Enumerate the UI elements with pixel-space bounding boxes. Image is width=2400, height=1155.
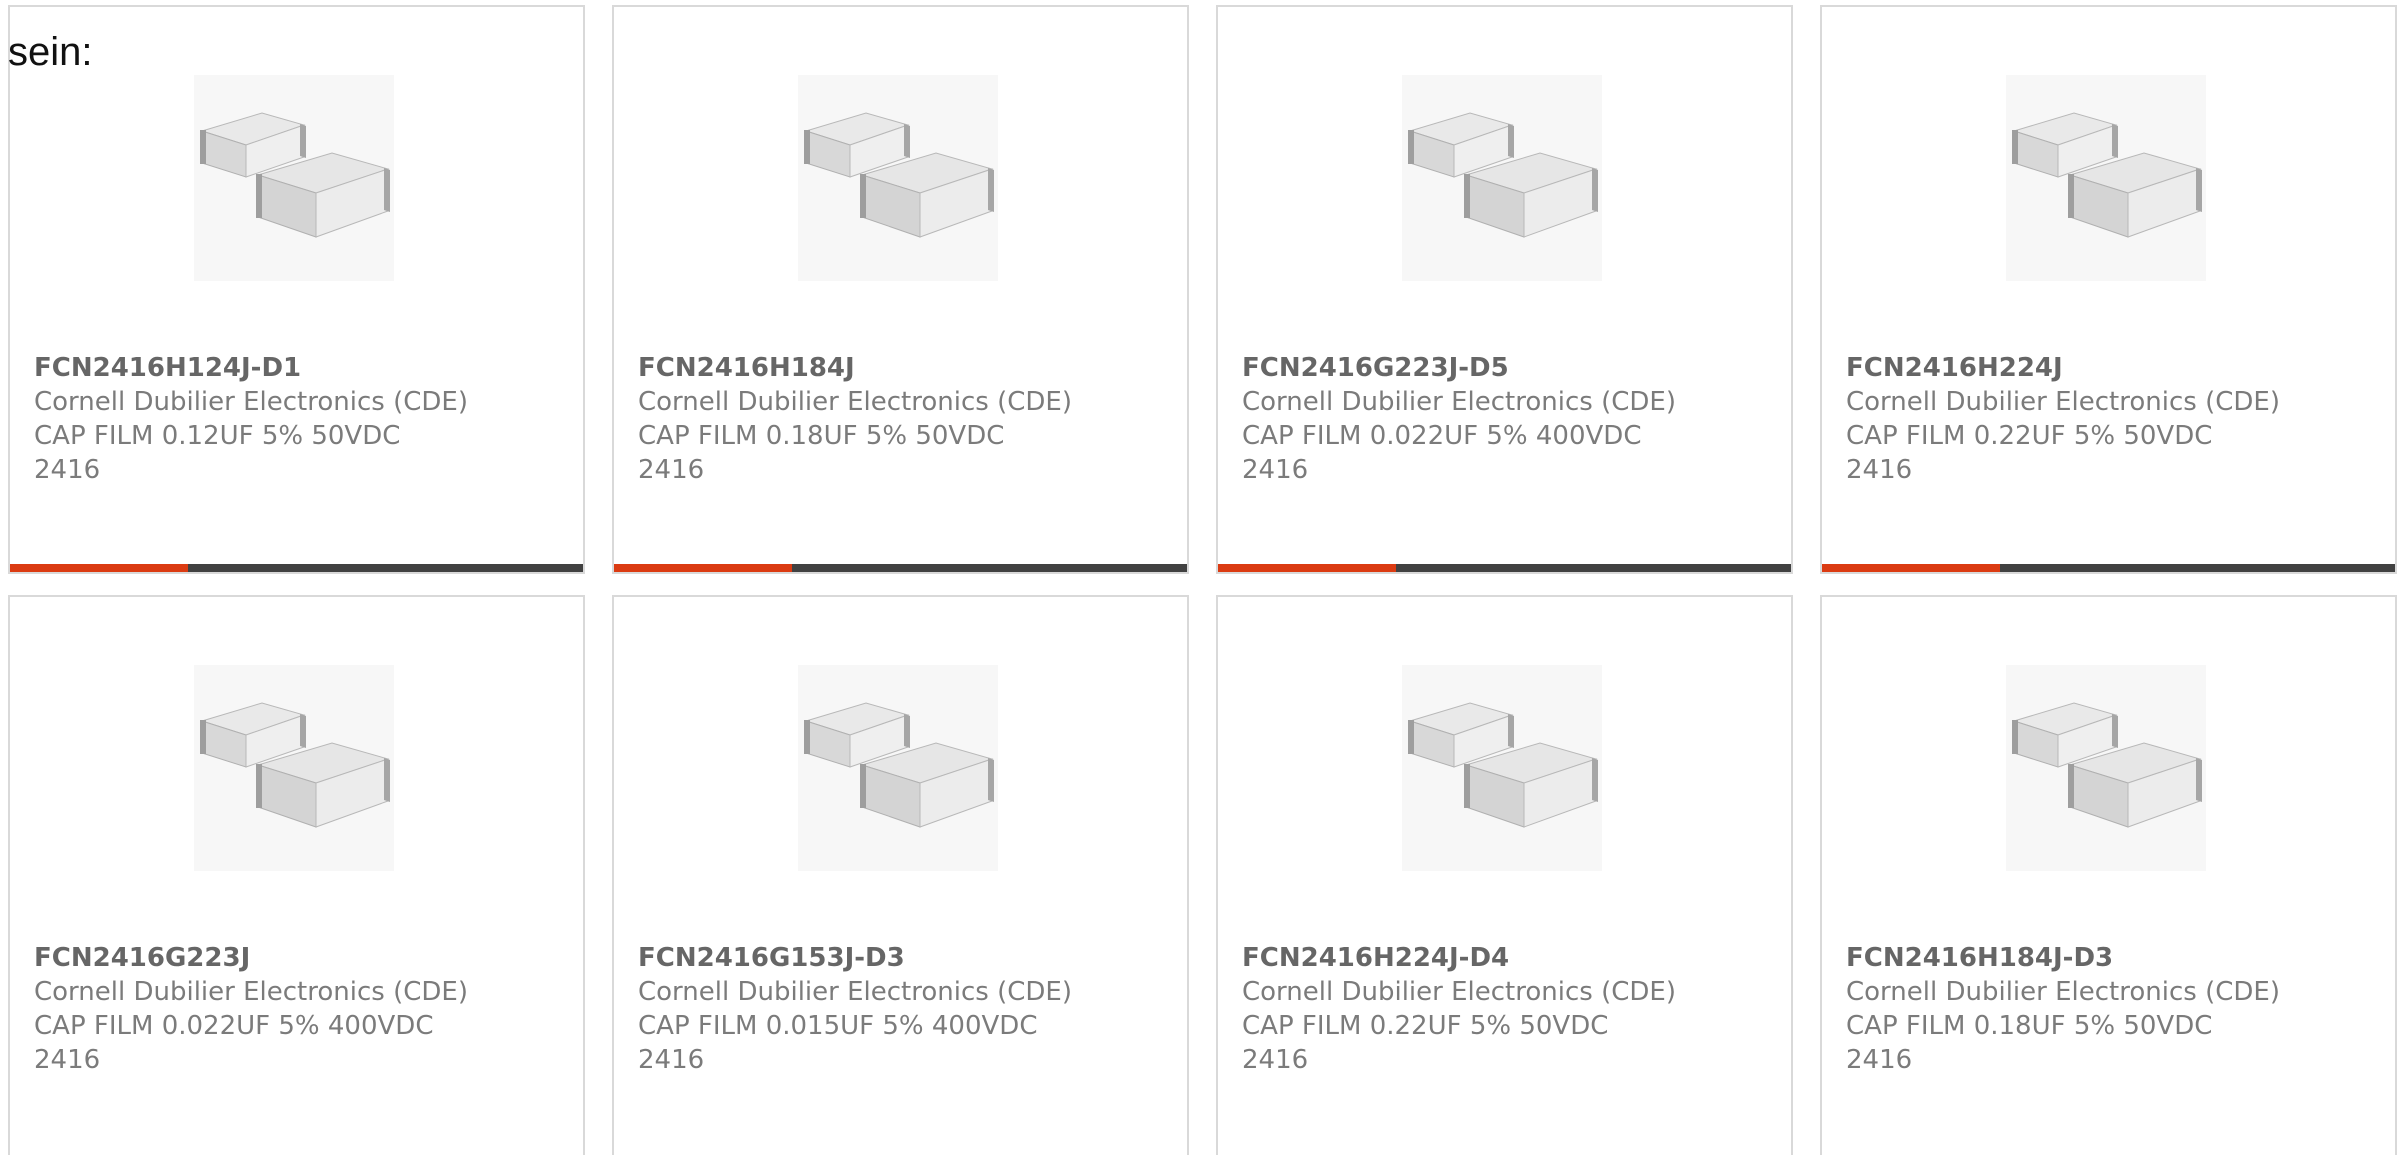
- product-card[interactable]: FCN2416H124J-D1 Cornell Dubilier Electro…: [8, 5, 585, 574]
- part-number[interactable]: FCN2416G153J-D3: [638, 941, 1177, 975]
- progress-bar-fill: [1822, 564, 2000, 572]
- product-card[interactable]: FCN2416H184J Cornell Dubilier Electronic…: [612, 5, 1189, 574]
- part-number[interactable]: FCN2416H224J: [1846, 351, 2385, 385]
- progress-bar: [1822, 564, 2395, 572]
- package: 2416: [1846, 455, 1913, 485]
- description: CAP FILM 0.18UF 5% 50VDC: [1846, 1011, 2213, 1041]
- product-card-link[interactable]: FCN2416H184J-D3 Cornell Dubilier Electro…: [1822, 597, 2395, 1155]
- intro-text: sein:: [8, 30, 93, 74]
- package: 2416: [1242, 455, 1309, 485]
- manufacturer: Cornell Dubilier Electronics (CDE): [34, 977, 468, 1007]
- product-card-link[interactable]: FCN2416H124J-D1 Cornell Dubilier Electro…: [10, 7, 583, 572]
- package: 2416: [638, 455, 705, 485]
- product-card[interactable]: FCN2416G223J Cornell Dubilier Electronic…: [8, 595, 585, 1155]
- manufacturer: Cornell Dubilier Electronics (CDE): [1242, 977, 1676, 1007]
- manufacturer: Cornell Dubilier Electronics (CDE): [1242, 387, 1676, 417]
- capacitor-image[interactable]: [798, 665, 998, 871]
- progress-bar: [10, 564, 583, 572]
- progress-bar: [614, 564, 1187, 572]
- product-card-link[interactable]: FCN2416H224J Cornell Dubilier Electronic…: [1822, 7, 2395, 572]
- description: CAP FILM 0.022UF 5% 400VDC: [1242, 421, 1642, 451]
- manufacturer: Cornell Dubilier Electronics (CDE): [34, 387, 468, 417]
- product-card[interactable]: FCN2416H184J-D3 Cornell Dubilier Electro…: [1820, 595, 2397, 1155]
- capacitor-image[interactable]: [2006, 665, 2206, 871]
- product-info: FCN2416G223J-D5 Cornell Dubilier Electro…: [1242, 351, 1781, 487]
- product-info: FCN2416H184J-D3 Cornell Dubilier Electro…: [1846, 941, 2385, 1077]
- capacitor-image[interactable]: [1402, 75, 1602, 281]
- manufacturer: Cornell Dubilier Electronics (CDE): [1846, 387, 2280, 417]
- product-card[interactable]: FCN2416H224J Cornell Dubilier Electronic…: [1820, 5, 2397, 574]
- description: CAP FILM 0.22UF 5% 50VDC: [1242, 1011, 1609, 1041]
- product-card-link[interactable]: FCN2416H184J Cornell Dubilier Electronic…: [614, 7, 1187, 572]
- manufacturer: Cornell Dubilier Electronics (CDE): [1846, 977, 2280, 1007]
- progress-bar-fill: [614, 564, 792, 572]
- description: CAP FILM 0.015UF 5% 400VDC: [638, 1011, 1038, 1041]
- capacitor-image[interactable]: [194, 75, 394, 281]
- product-card-link[interactable]: FCN2416G223J Cornell Dubilier Electronic…: [10, 597, 583, 1155]
- package: 2416: [1242, 1045, 1309, 1075]
- package: 2416: [34, 455, 101, 485]
- part-number[interactable]: FCN2416G223J: [34, 941, 573, 975]
- part-number[interactable]: FCN2416G223J-D5: [1242, 351, 1781, 385]
- product-info: FCN2416H224J Cornell Dubilier Electronic…: [1846, 351, 2385, 487]
- progress-bar: [1218, 564, 1791, 572]
- part-number[interactable]: FCN2416H224J-D4: [1242, 941, 1781, 975]
- capacitor-image[interactable]: [194, 665, 394, 871]
- part-number[interactable]: FCN2416H184J: [638, 351, 1177, 385]
- package: 2416: [638, 1045, 705, 1075]
- description: CAP FILM 0.12UF 5% 50VDC: [34, 421, 401, 451]
- product-card[interactable]: FCN2416G223J-D5 Cornell Dubilier Electro…: [1216, 5, 1793, 574]
- part-number[interactable]: FCN2416H184J-D3: [1846, 941, 2385, 975]
- package: 2416: [34, 1045, 101, 1075]
- product-grid-page: sein: FCN2416H124J-D1 Cornell Dubilier E…: [0, 0, 2400, 1155]
- progress-bar-fill: [10, 564, 188, 572]
- capacitor-image[interactable]: [798, 75, 998, 281]
- description: CAP FILM 0.022UF 5% 400VDC: [34, 1011, 434, 1041]
- product-info: FCN2416H124J-D1 Cornell Dubilier Electro…: [34, 351, 573, 487]
- product-info: FCN2416H184J Cornell Dubilier Electronic…: [638, 351, 1177, 487]
- package: 2416: [1846, 1045, 1913, 1075]
- product-info: FCN2416G223J Cornell Dubilier Electronic…: [34, 941, 573, 1077]
- product-card[interactable]: FCN2416G153J-D3 Cornell Dubilier Electro…: [612, 595, 1189, 1155]
- manufacturer: Cornell Dubilier Electronics (CDE): [638, 387, 1072, 417]
- description: CAP FILM 0.18UF 5% 50VDC: [638, 421, 1005, 451]
- product-card-link[interactable]: FCN2416G223J-D5 Cornell Dubilier Electro…: [1218, 7, 1791, 572]
- capacitor-image[interactable]: [2006, 75, 2206, 281]
- part-number[interactable]: FCN2416H124J-D1: [34, 351, 573, 385]
- capacitor-image[interactable]: [1402, 665, 1602, 871]
- product-card-link[interactable]: FCN2416H224J-D4 Cornell Dubilier Electro…: [1218, 597, 1791, 1155]
- product-info: FCN2416H224J-D4 Cornell Dubilier Electro…: [1242, 941, 1781, 1077]
- product-info: FCN2416G153J-D3 Cornell Dubilier Electro…: [638, 941, 1177, 1077]
- product-card[interactable]: FCN2416H224J-D4 Cornell Dubilier Electro…: [1216, 595, 1793, 1155]
- manufacturer: Cornell Dubilier Electronics (CDE): [638, 977, 1072, 1007]
- product-card-link[interactable]: FCN2416G153J-D3 Cornell Dubilier Electro…: [614, 597, 1187, 1155]
- description: CAP FILM 0.22UF 5% 50VDC: [1846, 421, 2213, 451]
- progress-bar-fill: [1218, 564, 1396, 572]
